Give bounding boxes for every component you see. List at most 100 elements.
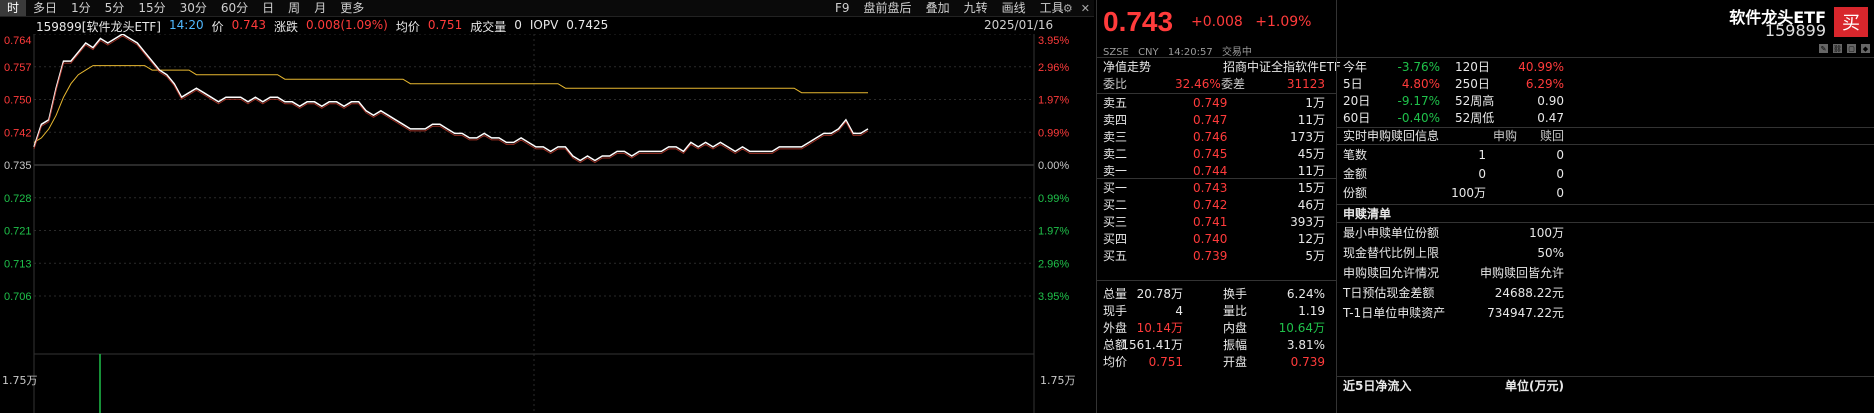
bid-level-volume: 15万 xyxy=(1297,181,1325,195)
iopv-label: IOPV xyxy=(529,18,559,32)
price-change: +0.008 +1.09% xyxy=(1191,14,1311,30)
change-amount: +0.008 xyxy=(1191,14,1243,30)
sr-purchase-value: 1 xyxy=(1478,147,1486,162)
ask-level-volume: 173万 xyxy=(1290,130,1325,144)
bid-level-label: 买三 xyxy=(1103,215,1128,229)
pct-tick-label: 0.00% xyxy=(1038,160,1069,172)
list-row: T-1日单位申赎资产 734947.22元 xyxy=(1343,304,1568,321)
tool-item[interactable]: F9 xyxy=(828,0,857,16)
period-tab[interactable]: 时 xyxy=(0,0,27,16)
tool-item[interactable]: 盘前盘后 xyxy=(857,0,919,16)
ask-level-row[interactable]: 卖四 0.747 11万 xyxy=(1103,111,1333,128)
period-tab[interactable]: 月 xyxy=(307,0,333,16)
edit-icon[interactable]: ✎ xyxy=(1819,44,1828,53)
bid-level-row[interactable]: 买二 0.742 46万 xyxy=(1103,196,1333,213)
security-code-name: 159899[软件龙头ETF] xyxy=(36,20,161,34)
stat-label: 总量 xyxy=(1103,287,1128,301)
bid-level-volume: 5万 xyxy=(1305,249,1325,263)
ask-level-row[interactable]: 卖三 0.746 173万 xyxy=(1103,128,1333,145)
info-panel: 软件龙头ETF 159899 买 ✎ ⛓ ▢ ◆ 今年 -3.76% 120日 40.… xyxy=(1336,0,1874,413)
bid-level-price: 0.740 xyxy=(1193,231,1228,246)
period-tab[interactable]: 日 xyxy=(255,0,281,16)
ask-level-row[interactable]: 卖五 0.749 1万 xyxy=(1103,94,1333,111)
ask-level-label: 卖四 xyxy=(1103,113,1128,127)
pin-icon[interactable]: ◆ xyxy=(1861,44,1870,53)
perf-value: -9.17% xyxy=(1397,93,1440,108)
ask-level-row[interactable]: 卖二 0.745 45万 xyxy=(1103,145,1333,162)
stat-label: 内盘 xyxy=(1223,321,1248,335)
sr-row: 金额 0 0 xyxy=(1343,165,1568,182)
tool-item[interactable]: 九转 xyxy=(957,0,995,16)
bid-level-price: 0.739 xyxy=(1193,248,1228,263)
chart-time: 14:20 xyxy=(169,18,204,32)
stat-label: 开盘 xyxy=(1223,355,1248,369)
link-icon[interactable]: ⛓ xyxy=(1833,44,1842,53)
list-label: T日预估现金差额 xyxy=(1343,286,1435,300)
period-tab[interactable]: 多日 xyxy=(26,0,64,16)
perf-label: 今年 xyxy=(1343,60,1368,74)
perf-value: 6.29% xyxy=(1525,76,1564,91)
ask-level-row[interactable]: 卖一 0.744 11万 xyxy=(1103,162,1333,179)
close-icon[interactable]: ✕ xyxy=(1081,2,1090,15)
ask-level-volume: 11万 xyxy=(1297,113,1325,127)
expand-icon[interactable]: ▢ xyxy=(1847,44,1856,53)
list-value: 734947.22元 xyxy=(1487,306,1564,320)
period-tab[interactable]: 15分 xyxy=(131,0,172,16)
tracking-index: 招商中证全指软件ETF xyxy=(1223,60,1341,74)
bid-level-row[interactable]: 买三 0.741 393万 xyxy=(1103,213,1333,230)
ask-level-label: 卖五 xyxy=(1103,96,1128,110)
bid-level-row[interactable]: 买一 0.743 15万 xyxy=(1103,179,1333,196)
period-tab[interactable]: 周 xyxy=(281,0,307,16)
tool-item[interactable]: 叠加 xyxy=(919,0,957,16)
nav-row[interactable]: 净值走势 招商中证全指软件ETF xyxy=(1103,58,1341,75)
weicha-value: 31123 xyxy=(1286,76,1325,91)
bid-level-row[interactable]: 买四 0.740 12万 xyxy=(1103,230,1333,247)
y-tick-label: 0.728 xyxy=(4,193,32,205)
stat-label: 量比 xyxy=(1223,304,1248,318)
bid-level-label: 买四 xyxy=(1103,232,1128,246)
period-tab[interactable]: 1分 xyxy=(64,0,98,16)
gear-icon[interactable]: ⚙ xyxy=(1063,2,1073,15)
stat-value: 0.751 xyxy=(1148,354,1183,369)
buy-button[interactable]: 买 xyxy=(1834,7,1868,37)
period-tab[interactable]: 更多 xyxy=(333,0,371,16)
ask-level-price: 0.744 xyxy=(1193,163,1228,178)
period-tab[interactable]: 5分 xyxy=(98,0,132,16)
nav-trend-link[interactable]: 净值走势 xyxy=(1103,58,1151,75)
list-header: 申赎清单 xyxy=(1343,205,1568,222)
ask-level-price: 0.745 xyxy=(1193,146,1228,161)
ask-level-price: 0.747 xyxy=(1193,112,1228,127)
sr-purchase-value: 100万 xyxy=(1451,186,1486,200)
list-title: 申赎清单 xyxy=(1343,207,1392,221)
period-tab[interactable]: 60分 xyxy=(214,0,255,16)
pct-tick-label: 3.95% xyxy=(1038,35,1069,47)
intraday-chart[interactable]: 0.764 3.95% 0.757 2.96% 0.750 1.97% 0.742 0.99%… xyxy=(0,34,1094,413)
list-value: 100万 xyxy=(1529,226,1564,240)
list-label: 现金替代比例上限 xyxy=(1343,246,1440,260)
bid-level-row[interactable]: 买五 0.739 5万 xyxy=(1103,247,1333,264)
list-label: T-1日单位申赎资产 xyxy=(1343,306,1446,320)
y-tick-label: 0.757 xyxy=(4,62,32,74)
sr-col-purchase: 申购 xyxy=(1493,129,1518,143)
stat-label: 现手 xyxy=(1103,304,1128,318)
sr-redeem-value: 0 xyxy=(1556,166,1564,181)
stat-value: 10.64万 xyxy=(1278,321,1325,335)
y-tick-label: 0.721 xyxy=(4,226,32,238)
stat-value: 3.81% xyxy=(1286,337,1325,352)
flow-title: 近5日净流入 xyxy=(1343,379,1412,393)
weicha-label: 委差 xyxy=(1221,77,1246,91)
tool-item[interactable]: 画线 xyxy=(995,0,1033,16)
last-price: 0.743 xyxy=(1103,6,1174,37)
list-value: 24688.22元 xyxy=(1494,286,1564,300)
sr-header: 实时申购赎回信息 申购 赎回 xyxy=(1343,127,1568,144)
weibi-value: 32.46% xyxy=(1175,76,1221,91)
ask-level-volume: 11万 xyxy=(1297,164,1325,178)
period-tab[interactable]: 30分 xyxy=(173,0,214,16)
perf-value: 0.47 xyxy=(1537,110,1564,125)
ask-level-price: 0.746 xyxy=(1193,129,1228,144)
perf-label: 250日 xyxy=(1455,77,1490,91)
quote-meta: SZSE CNY 14:20:57 交易中 xyxy=(1103,43,1252,58)
period-toolbar: 时多日 1分 5分 15分 30分 60分日周月更多 F9 盘前盘后 叠加 九转 画线 工具 ⚙ ✕ xyxy=(0,0,1094,17)
sr-redeem-value: 0 xyxy=(1556,185,1564,200)
security-code: 159899 xyxy=(1764,21,1826,40)
